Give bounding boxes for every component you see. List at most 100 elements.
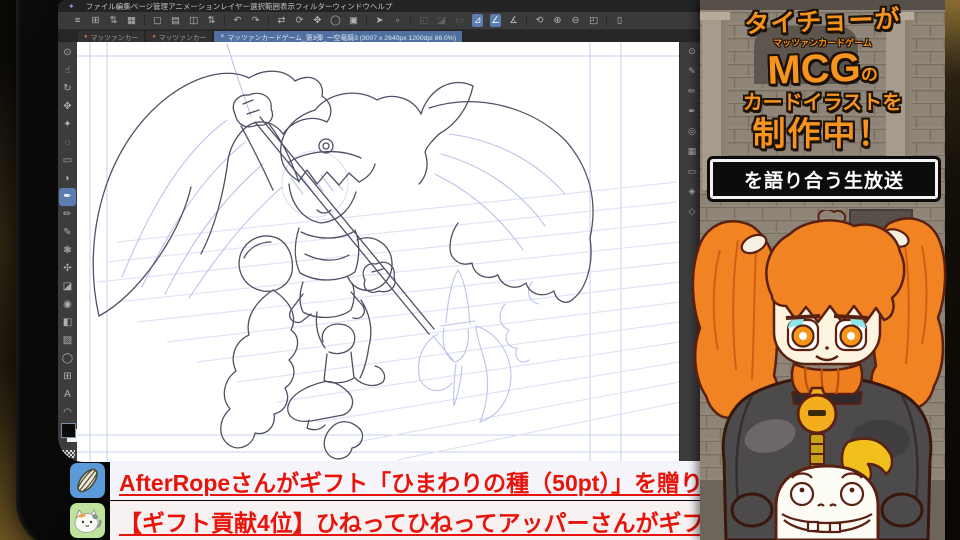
text-tool-icon[interactable]: A	[59, 386, 76, 404]
eyedropper-tool-icon[interactable]: ◗	[59, 170, 76, 188]
menu-bar: ✦ ファイル編集ページ管理アニメーションレイヤー選択範囲表示フィルターウィンドウ…	[58, 0, 704, 12]
rotate-view-icon[interactable]: ⟲	[534, 14, 545, 27]
transform-icon[interactable]: ◯	[330, 14, 341, 27]
marquee-tool-icon[interactable]: ▭	[59, 152, 76, 170]
snap-angle-icon[interactable]: ∡	[508, 14, 519, 27]
menu-item[interactable]: ファイル	[86, 2, 116, 11]
arrow-icon[interactable]: ➤	[374, 14, 385, 27]
move-icon[interactable]: ✥	[312, 14, 323, 27]
lasso-tool-icon[interactable]: ◌	[59, 134, 76, 152]
quick-zoom-icon[interactable]: ⊙	[684, 46, 700, 57]
reference-icon[interactable]: ◎	[684, 126, 700, 137]
menu-item[interactable]: 表示	[280, 2, 295, 11]
workspace-icon[interactable]: ⊞	[90, 14, 101, 27]
select-clear-icon[interactable]: ◱	[418, 14, 429, 27]
airbrush-tool-icon[interactable]: ❃	[59, 242, 76, 260]
blend-tool-icon[interactable]: ◉	[59, 296, 76, 314]
snap-special-ruler-icon[interactable]: ∠	[490, 14, 501, 27]
operation-tool-icon[interactable]: ✦	[59, 116, 76, 134]
separator	[268, 15, 269, 26]
rotate-tool-icon[interactable]: ↻	[59, 80, 76, 98]
material-icon[interactable]: ◈	[684, 186, 700, 197]
tool-palette: ⊙ ☝ ↻ ✥ ✦ ◌ ▭ ◗ ✒ ✏ ✎ ❃ ✣ ◪ ◉ ◧ ▨ ◯ ⊞ A ◠	[58, 42, 77, 462]
page-updown-icon[interactable]: ⇅	[206, 14, 217, 27]
menu-item[interactable]: 選択範囲	[250, 2, 280, 11]
open-folder-icon[interactable]: ▤	[170, 14, 181, 27]
rotate-canvas-icon[interactable]: ⟳	[294, 14, 305, 27]
fill-area-icon[interactable]: ▣	[348, 14, 359, 27]
separator	[526, 15, 527, 26]
quick-ink-icon[interactable]: ✒	[684, 106, 700, 117]
eraser-tool-icon[interactable]: ◪	[59, 278, 76, 296]
sunflower-seed-icon	[70, 463, 105, 498]
pen-tool-icon[interactable]: ✒	[59, 188, 76, 206]
pixel-mascot-character	[691, 210, 947, 540]
menu-item[interactable]: ヘルプ	[370, 2, 393, 11]
fit-screen-icon[interactable]: ◰	[588, 14, 599, 27]
separator	[410, 15, 411, 26]
gift-message-row: 【ギフト貢献4位】ひねってひねってアッパーさんがギフト	[70, 501, 703, 540]
decoration-tool-icon[interactable]: ✣	[59, 260, 76, 278]
hamburger-menu-icon[interactable]: ≡	[72, 14, 83, 27]
zoom-tool-icon[interactable]: ⊙	[59, 44, 76, 62]
gift-message-row: AfterRopeさんがギフト「ひまわりの種（50pt）」を贈り	[70, 461, 703, 500]
undo-icon[interactable]: ↶	[232, 14, 243, 27]
command-bar: ≡ ⊞ ⇅ ▦ ▢ ▤ ◫ ⇅ ↶ ↷ ⇄ ⟳ ✥ ◯ ▣ ➤ ▫ ◱ ◪ ▭ ⊿ ∠ ∡ ⟲ ⊕ ⊖ ◰ ▯	[58, 12, 704, 30]
snap-ruler-icon[interactable]: ⊿	[472, 14, 483, 27]
tab-matsuan-2[interactable]: ● マッツァンカー	[146, 31, 213, 42]
gift-message: 【ギフト貢献4位】ひねってひねってアッパーさんがギフト	[110, 501, 703, 540]
transparent-color-swatch[interactable]	[60, 450, 75, 458]
quick-pen-icon[interactable]: ✎	[684, 66, 700, 77]
frame-tool-icon[interactable]: ⊞	[59, 368, 76, 386]
select-layer-icon[interactable]: ◪	[436, 14, 447, 27]
gradient-tool-icon[interactable]: ▨	[59, 332, 76, 350]
separator	[224, 15, 225, 26]
tab-card-illustration-active[interactable]: × マッツァンカードゲーム_第3弾_一空竜騎3 (3007 x 2640px 1…	[214, 31, 463, 42]
quick-pencil-icon[interactable]: ✏	[684, 86, 700, 97]
title-line-1: タイチョーが	[744, 5, 901, 39]
drawing-canvas[interactable]	[77, 42, 679, 462]
menu-item[interactable]: アニメーション	[168, 2, 220, 11]
menu-item[interactable]: ウィンドウ	[332, 2, 370, 11]
main-color-swatch[interactable]	[61, 423, 76, 438]
unsaved-dot-icon: ●	[152, 33, 156, 40]
figure-tool-icon[interactable]: ◯	[59, 350, 76, 368]
panel-icon[interactable]: ▭	[684, 166, 700, 177]
new-canvas-icon[interactable]: ▢	[152, 14, 163, 27]
stream-title: タイチョーが マッツァンカードゲーム MCGの カードイラストを 制作中！	[700, 5, 945, 150]
brush-tool-icon[interactable]: ✎	[59, 224, 76, 242]
canvas-tab-bar: ● マッツァンカー ● マッツァンカー × マッツァンカードゲーム_第3弾_一空…	[58, 30, 704, 42]
menu-item[interactable]: ページ管理	[131, 2, 168, 11]
pencil-tool-icon[interactable]: ✏	[59, 206, 76, 224]
zoom-out-icon[interactable]: ⊖	[570, 14, 581, 27]
app-logo-icon: ✦	[68, 1, 75, 11]
unsaved-dot-icon: ●	[84, 33, 88, 40]
separator	[606, 15, 607, 26]
move-tool-icon[interactable]: ✥	[59, 98, 76, 116]
gift-message-text: AfterRopeさんがギフト「ひまわりの種（50pt）」を贈り	[119, 469, 703, 496]
close-icon[interactable]: ×	[220, 33, 224, 40]
flip-horizontal-icon[interactable]: ⇄	[276, 14, 287, 27]
zoom-in-icon[interactable]: ⊕	[552, 14, 563, 27]
stream-stage: ✦ ファイル編集ページ管理アニメーションレイヤー選択範囲表示フィルターウィンドウ…	[0, 0, 960, 540]
menu-item[interactable]: フィルター	[295, 2, 332, 11]
stream-overlay-panel: タイチョーが マッツァンカードゲーム MCGの カードイラストを 制作中！ を語…	[691, 0, 960, 540]
hand-tool-icon[interactable]: ☝	[59, 62, 76, 80]
lock-icon[interactable]: ◫	[188, 14, 199, 27]
menu-item[interactable]: 編集	[116, 2, 131, 11]
separator	[144, 15, 145, 26]
grid-icon[interactable]: ▦	[684, 146, 700, 157]
gift-message-text: 【ギフト貢献4位】ひねってひねってアッパーさんがギフト	[119, 509, 703, 536]
crop-icon[interactable]: ▫	[392, 14, 403, 27]
redo-icon[interactable]: ↷	[250, 14, 261, 27]
fill-tool-icon[interactable]: ◧	[59, 314, 76, 332]
balloon-tool-icon[interactable]: ◠	[59, 404, 76, 422]
tab-matsuan-1[interactable]: ● マッツァンカー	[78, 31, 145, 42]
thumbnail-icon[interactable]: ▦	[126, 14, 137, 27]
arrange-icon[interactable]: ⇅	[108, 14, 119, 27]
device-icon[interactable]: ▯	[614, 14, 625, 27]
select-area-icon[interactable]: ▭	[454, 14, 465, 27]
menu-item[interactable]: レイヤー	[220, 2, 250, 11]
title-mcg: MCGの	[766, 45, 879, 93]
separator	[366, 15, 367, 26]
